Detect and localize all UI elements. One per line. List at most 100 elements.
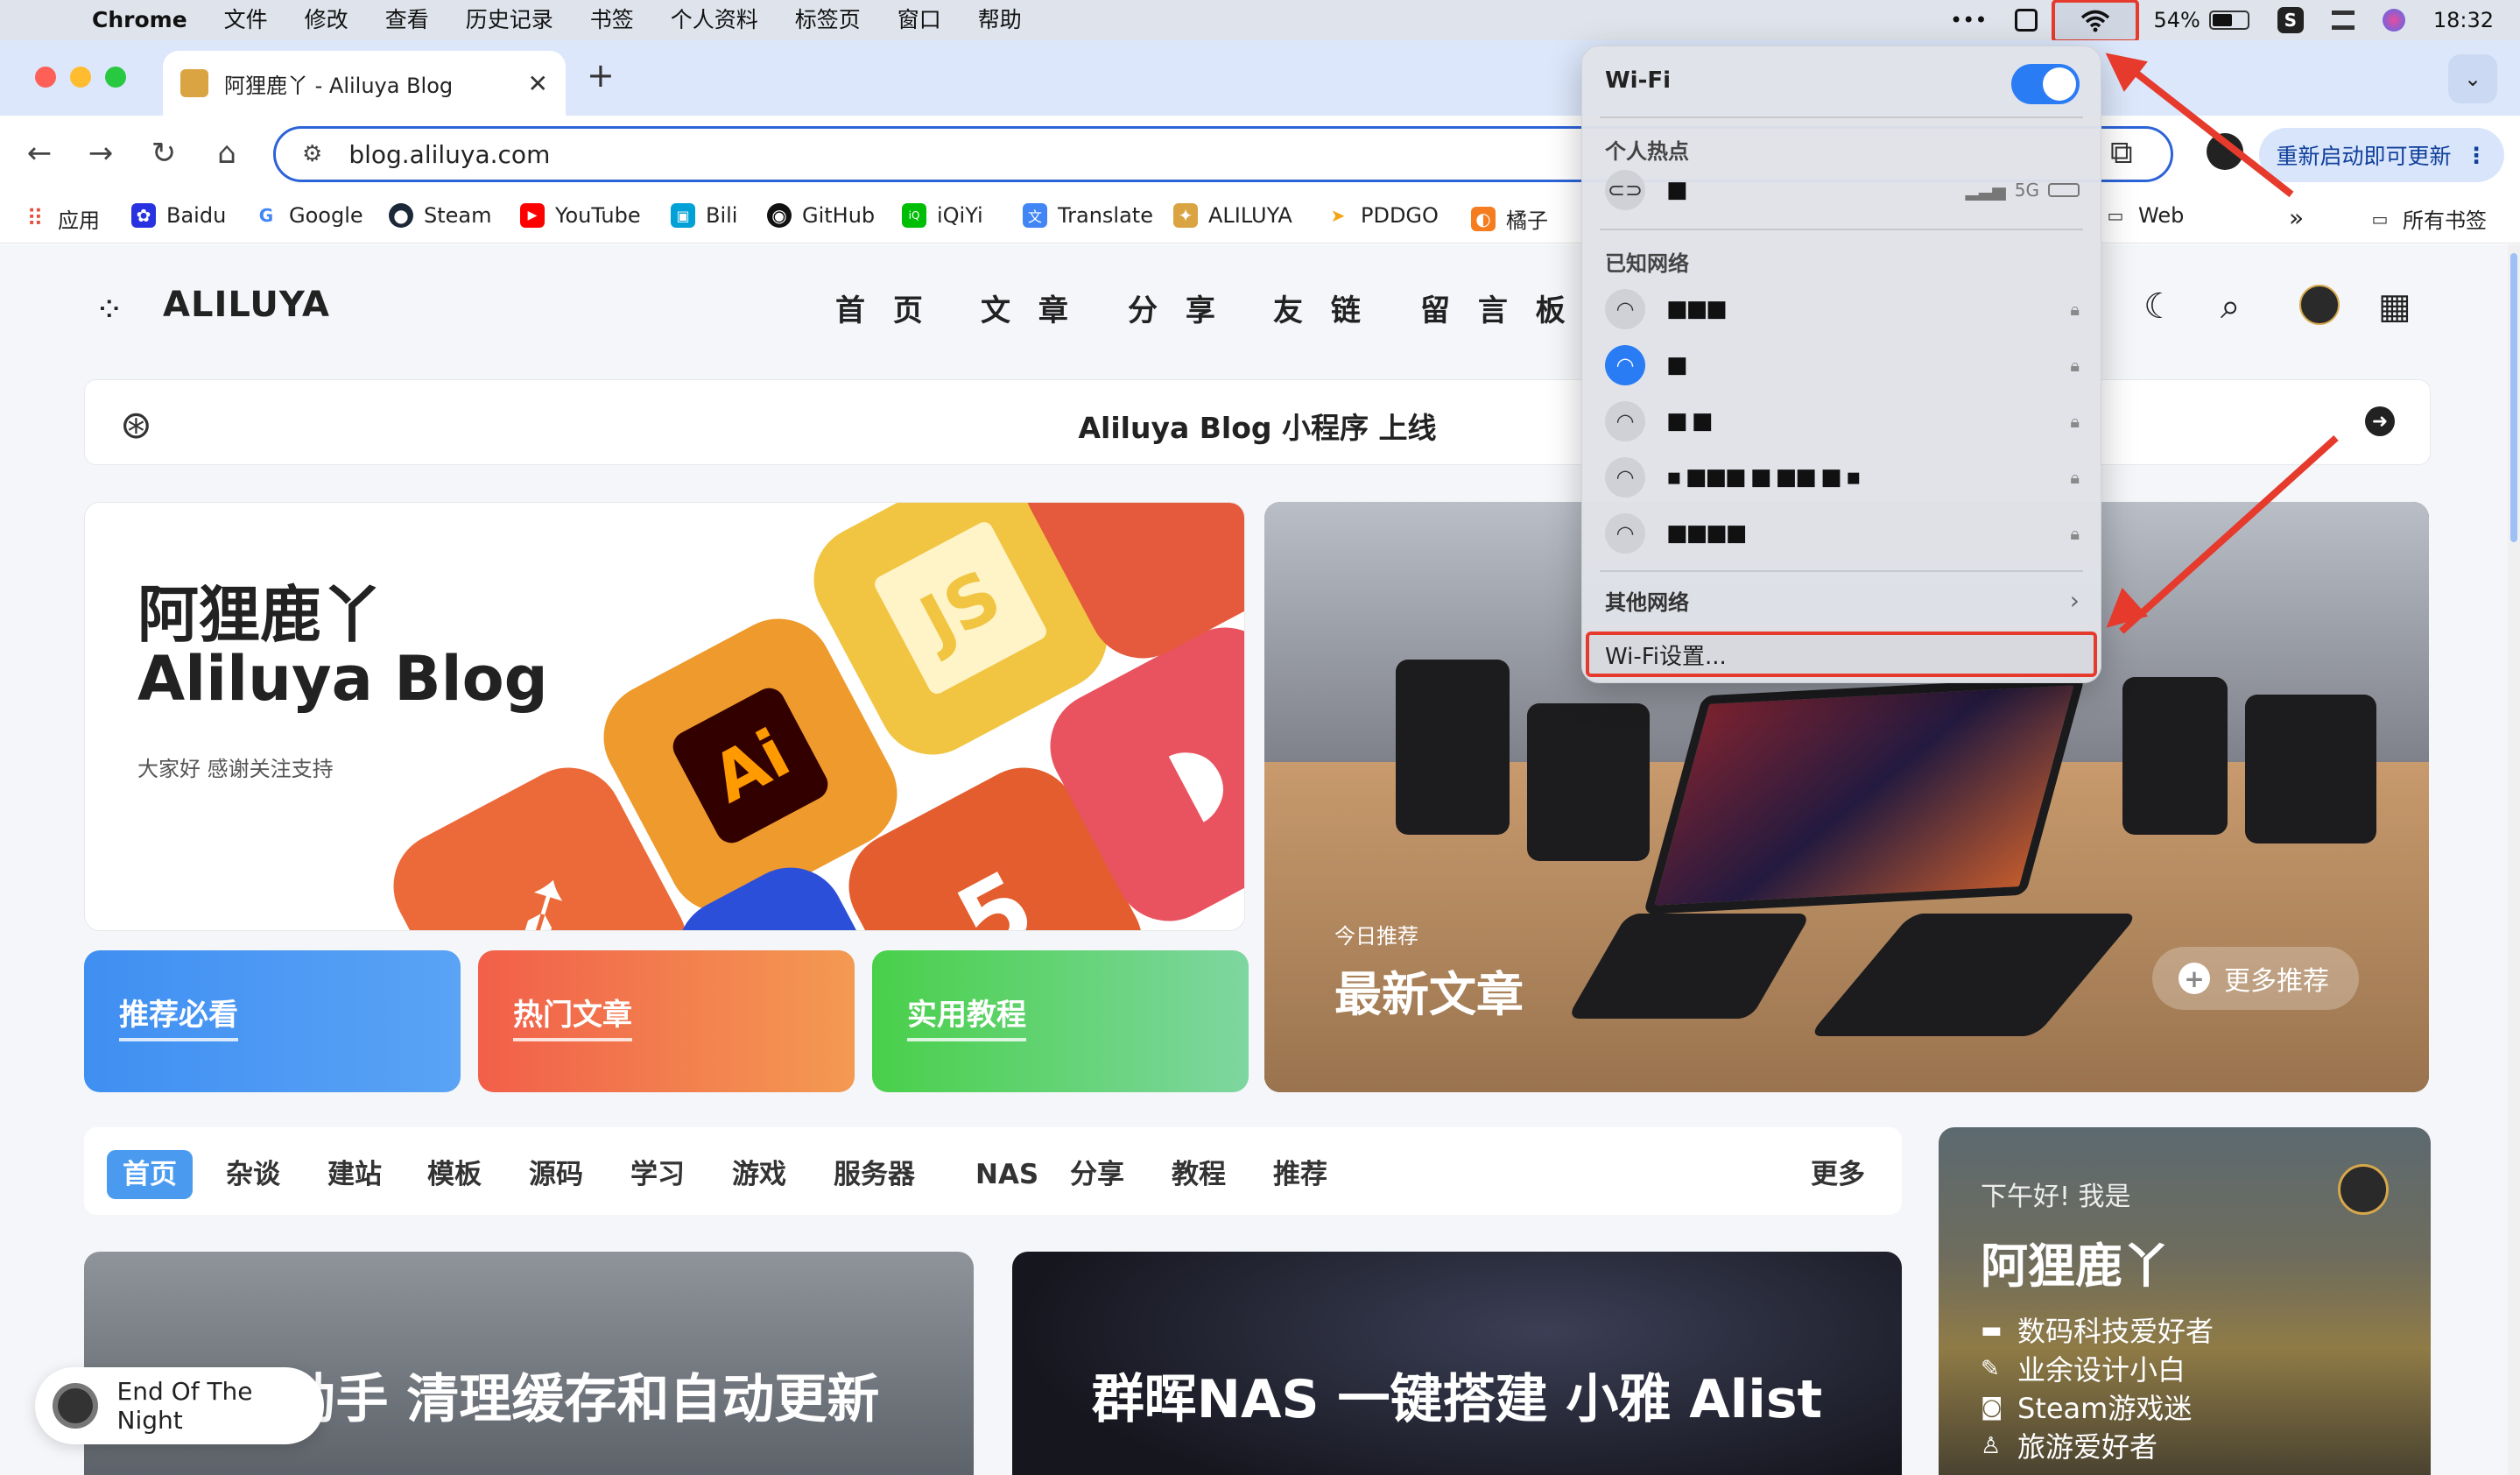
- wifi-network-row[interactable]: ◠ ■■■ 🔒︎: [1605, 286, 2080, 332]
- menu-history[interactable]: 历史记录: [447, 0, 572, 40]
- profile-avatar[interactable]: [2338, 1164, 2389, 1215]
- wifi-icon: ◠: [1605, 513, 1645, 554]
- wifi-network-row[interactable]: ◠ ■■■■ 🔒︎: [1605, 511, 2080, 556]
- screen-record-icon[interactable]: [2001, 0, 2052, 40]
- tag-template[interactable]: 模板: [412, 1150, 497, 1199]
- music-player[interactable]: End Of The Night: [35, 1367, 324, 1444]
- tag-recommend[interactable]: 推荐: [1257, 1150, 1343, 1199]
- bookmark-baidu[interactable]: ✿ Baidu: [131, 203, 226, 228]
- nav-home[interactable]: 首 页: [835, 286, 932, 329]
- tag-games[interactable]: 游戏: [716, 1150, 802, 1199]
- category-label: 热门文章: [513, 998, 632, 1041]
- bookmark-iqiyi[interactable]: iQ iQiYi: [902, 203, 983, 228]
- scrollbar-thumb[interactable]: [2510, 253, 2517, 542]
- zoom-window-icon[interactable]: [105, 67, 126, 88]
- hotspot-section-label: 个人热点: [1605, 139, 1689, 164]
- wifi-network-row[interactable]: ◠ ▪ ■■■ ■ ■■ ■ ▪ 🔒︎: [1605, 455, 2080, 500]
- bookmark-apps[interactable]: ⠿ 应用: [23, 203, 100, 234]
- menu-tabs[interactable]: 标签页: [777, 0, 879, 40]
- control-center-icon[interactable]: [2318, 0, 2369, 40]
- site-info-icon[interactable]: ⚙: [302, 141, 322, 167]
- hotspot-row[interactable]: ⊂⊃ ■ ▂▃▅ 5G: [1605, 167, 2080, 213]
- bookmark-github[interactable]: ◉ GitHub: [767, 203, 875, 228]
- tag-source[interactable]: 源码: [513, 1150, 599, 1199]
- wifi-status-icon[interactable]: [2052, 0, 2140, 43]
- search-icon[interactable]: ⌕: [2221, 286, 2240, 327]
- tag-home[interactable]: 首页: [107, 1150, 193, 1199]
- post-card[interactable]: 群晖NAS 一键搭建 小雅 Alist: [1012, 1252, 1902, 1475]
- logo-grid-icon[interactable]: ⁘: [95, 290, 124, 330]
- clock[interactable]: 18:32: [2419, 0, 2520, 40]
- relaunch-update-button[interactable]: 重新启动即可更新 ⋮: [2259, 128, 2504, 182]
- new-tab-icon[interactable]: +: [587, 56, 615, 95]
- tag-tutorial[interactable]: 教程: [1156, 1150, 1242, 1199]
- wifi-network-row-connected[interactable]: ◠ ■ 🔒︎: [1605, 342, 2080, 388]
- menu-file[interactable]: 文件: [206, 0, 286, 40]
- bookmark-aliluya[interactable]: ✦ ALILUYA: [1173, 203, 1292, 228]
- menu-view[interactable]: 查看: [367, 0, 447, 40]
- nav-links[interactable]: 友 链: [1273, 286, 1369, 329]
- apple-menu-icon[interactable]: [21, 0, 74, 40]
- menu-window[interactable]: 窗口: [879, 0, 960, 40]
- close-tab-icon[interactable]: ✕: [528, 69, 548, 98]
- network-name: ▪ ■■■ ■ ■■ ■ ▪: [1666, 464, 1862, 490]
- tab-search-chevron-icon[interactable]: ⌄: [2448, 54, 2497, 103]
- bookmark-youtube[interactable]: ▶ YouTube: [520, 203, 641, 228]
- dark-mode-moon-icon[interactable]: ☾: [2143, 286, 2175, 327]
- user-avatar[interactable]: [2299, 285, 2340, 325]
- bookmark-translate[interactable]: 文 Translate: [1023, 203, 1153, 228]
- more-dots-icon[interactable]: •••: [1936, 0, 2001, 40]
- bookmark-google[interactable]: G Google: [254, 203, 363, 228]
- bookmark-bili[interactable]: ▣ Bili: [671, 203, 737, 228]
- apps-menu-icon[interactable]: ▦: [2378, 286, 2411, 327]
- reload-icon[interactable]: ↻: [142, 133, 186, 173]
- macos-menubar: Chrome 文件 修改 查看 历史记录 书签 个人资料 标签页 窗口 帮助 •…: [0, 0, 2520, 43]
- tag-chat[interactable]: 杂谈: [210, 1150, 296, 1199]
- menu-app-chrome[interactable]: Chrome: [74, 0, 206, 40]
- menu-edit[interactable]: 修改: [286, 0, 367, 40]
- bookmark-web[interactable]: ▭ Web: [2103, 203, 2185, 228]
- home-icon[interactable]: ⌂: [205, 133, 249, 173]
- wifi-network-row[interactable]: ◠ ■ ■ 🔒︎: [1605, 399, 2080, 444]
- menu-help[interactable]: 帮助: [960, 0, 1040, 40]
- profile-greeting: 下午好! 我是: [1981, 1182, 2131, 1212]
- nav-articles[interactable]: 文 章: [981, 286, 1077, 329]
- nav-share[interactable]: 分 享: [1128, 286, 1224, 329]
- wifi-settings-item[interactable]: Wi-Fi设置...: [1586, 632, 2097, 677]
- tag-build[interactable]: 建站: [312, 1150, 398, 1199]
- minimize-window-icon[interactable]: [70, 67, 91, 88]
- battery-status[interactable]: 54%: [2139, 0, 2263, 40]
- tag-study[interactable]: 学习: [615, 1150, 700, 1199]
- forward-arrow-icon[interactable]: →: [79, 133, 123, 173]
- notice-arrow-icon[interactable]: ➜: [2365, 406, 2395, 436]
- category-recommended[interactable]: 推荐必看: [84, 950, 461, 1092]
- close-window-icon[interactable]: [35, 67, 56, 88]
- category-tutorials[interactable]: 实用教程: [872, 950, 1249, 1092]
- more-recommended-button[interactable]: + 更多推荐: [2152, 947, 2359, 1010]
- tags-more-link[interactable]: 更多: [1795, 1150, 1881, 1199]
- tag-nas[interactable]: NAS: [960, 1150, 1054, 1199]
- bookmark-steam[interactable]: ● Steam: [389, 203, 492, 228]
- bookmark-pddgo[interactable]: ➤ PDDGO: [1326, 203, 1439, 228]
- hero-banner[interactable]: 阿狸鹿丫 Aliluya Blog 大家好 感谢关注支持 ➶ Ai JS 5 ◗: [84, 502, 1245, 931]
- menu-profiles[interactable]: 个人资料: [652, 0, 777, 40]
- tag-server[interactable]: 服务器: [818, 1150, 931, 1199]
- wifi-toggle[interactable]: [2011, 64, 2080, 104]
- all-bookmarks[interactable]: ▭ 所有书签: [2368, 203, 2487, 234]
- site-logo[interactable]: ALILUYA: [163, 285, 330, 325]
- menu-bookmarks[interactable]: 书签: [572, 0, 652, 40]
- siri-icon[interactable]: [2369, 0, 2419, 40]
- kebab-menu-icon[interactable]: ⋮: [2466, 143, 2488, 168]
- nav-guestbook[interactable]: 留 言 板: [1420, 286, 1574, 329]
- page-scrollbar[interactable]: [2508, 244, 2520, 1475]
- bookmark-orange[interactable]: ◐ 橘子: [1471, 203, 1548, 234]
- back-arrow-icon[interactable]: ←: [18, 133, 61, 173]
- tag-share[interactable]: 分享: [1054, 1150, 1140, 1199]
- bookmark-label: iQiYi: [937, 203, 983, 228]
- more-bookmarks-chevron-icon[interactable]: »: [2289, 203, 2304, 232]
- extensions-puzzle-icon[interactable]: ⧉: [2110, 135, 2133, 172]
- s-app-icon[interactable]: S: [2263, 0, 2318, 40]
- other-networks-row[interactable]: 其他网络 ›: [1605, 577, 2080, 623]
- active-tab[interactable]: 阿狸鹿丫 - Aliluya Blog ✕: [163, 51, 566, 116]
- category-hot[interactable]: 热门文章: [478, 950, 855, 1092]
